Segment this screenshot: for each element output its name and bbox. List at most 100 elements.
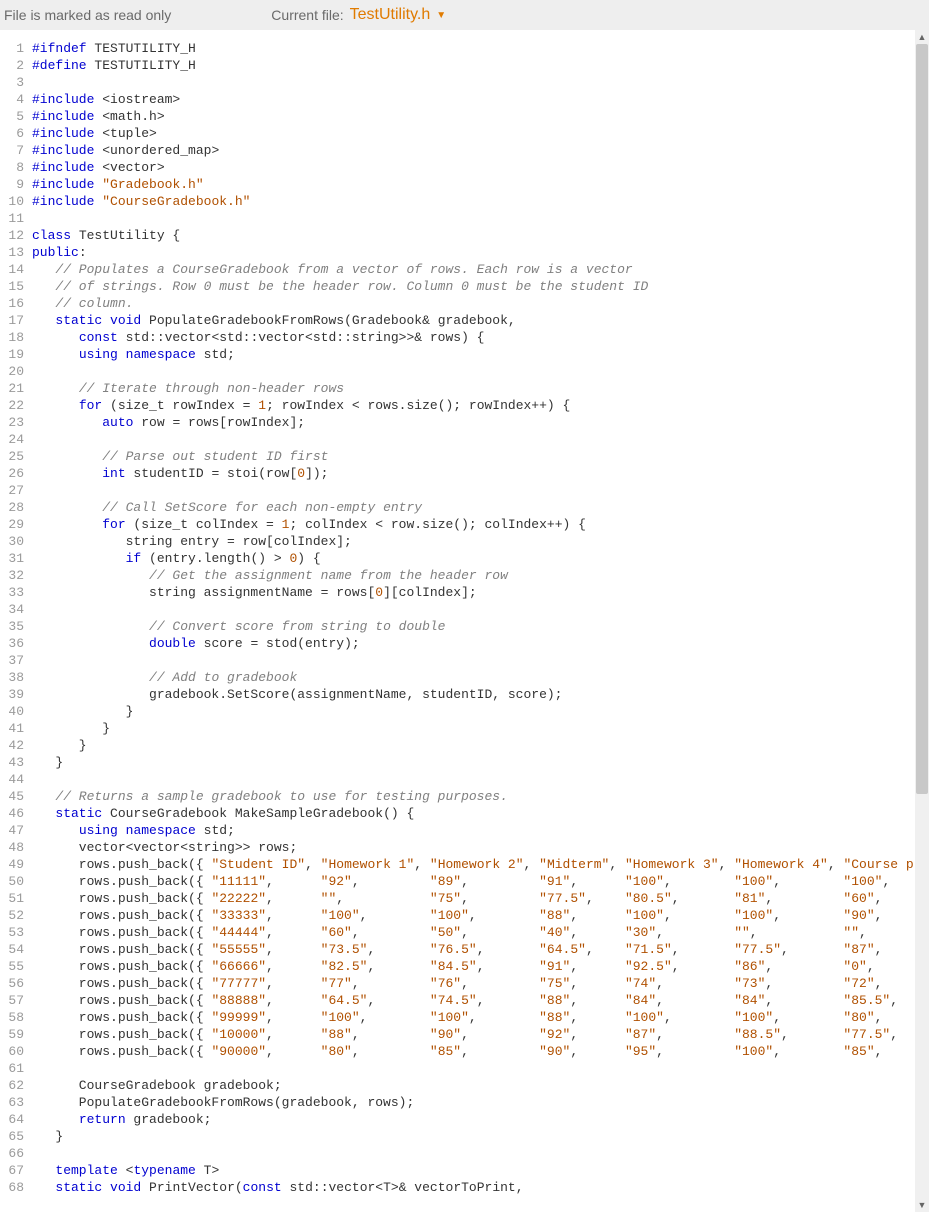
code-line[interactable]: rows.push_back({ "55555", "73.5", "76.5"… xyxy=(32,941,929,958)
code-line[interactable] xyxy=(32,1060,929,1077)
line-number: 37 xyxy=(0,652,24,669)
code-line[interactable]: } xyxy=(32,754,929,771)
line-number: 6 xyxy=(0,125,24,142)
code-line[interactable]: gradebook.SetScore(assignmentName, stude… xyxy=(32,686,929,703)
code-line[interactable]: PopulateGradebookFromRows(gradebook, row… xyxy=(32,1094,929,1111)
line-number: 48 xyxy=(0,839,24,856)
vertical-scrollbar[interactable]: ▲ ▼ xyxy=(915,30,929,1212)
code-line[interactable]: #include <vector> xyxy=(32,159,929,176)
line-number: 4 xyxy=(0,91,24,108)
code-line[interactable]: #define TESTUTILITY_H xyxy=(32,57,929,74)
code-line[interactable]: vector<vector<string>> rows; xyxy=(32,839,929,856)
code-line[interactable]: return gradebook; xyxy=(32,1111,929,1128)
line-number: 40 xyxy=(0,703,24,720)
scrollbar-track[interactable] xyxy=(915,44,929,1198)
code-line[interactable]: rows.push_back({ "44444", "60", "50", "4… xyxy=(32,924,929,941)
line-number: 7 xyxy=(0,142,24,159)
line-number: 49 xyxy=(0,856,24,873)
line-number: 12 xyxy=(0,227,24,244)
code-line[interactable]: rows.push_back({ "10000", "88", "90", "9… xyxy=(32,1026,929,1043)
code-line[interactable]: } xyxy=(32,737,929,754)
line-number: 45 xyxy=(0,788,24,805)
code-area[interactable]: #ifndef TESTUTILITY_H#define TESTUTILITY… xyxy=(28,30,929,1212)
line-number: 47 xyxy=(0,822,24,839)
code-line[interactable]: #include "Gradebook.h" xyxy=(32,176,929,193)
code-line[interactable]: rows.push_back({ "11111", "92", "89", "9… xyxy=(32,873,929,890)
code-line[interactable]: #ifndef TESTUTILITY_H xyxy=(32,40,929,57)
code-line[interactable]: #include <math.h> xyxy=(32,108,929,125)
code-line[interactable]: // Parse out student ID first xyxy=(32,448,929,465)
code-line[interactable]: } xyxy=(32,720,929,737)
scrollbar-thumb[interactable] xyxy=(916,44,928,794)
line-number: 65 xyxy=(0,1128,24,1145)
code-line[interactable]: for (size_t colIndex = 1; colIndex < row… xyxy=(32,516,929,533)
line-number: 42 xyxy=(0,737,24,754)
code-line[interactable]: // Add to gradebook xyxy=(32,669,929,686)
code-line[interactable]: // Get the assignment name from the head… xyxy=(32,567,929,584)
code-line[interactable] xyxy=(32,363,929,380)
line-number: 30 xyxy=(0,533,24,550)
code-line[interactable]: rows.push_back({ "77777", "77", "76", "7… xyxy=(32,975,929,992)
code-line[interactable]: // Call SetScore for each non-empty entr… xyxy=(32,499,929,516)
line-number: 34 xyxy=(0,601,24,618)
line-number: 52 xyxy=(0,907,24,924)
code-line[interactable]: const std::vector<std::vector<std::strin… xyxy=(32,329,929,346)
code-line[interactable]: // Returns a sample gradebook to use for… xyxy=(32,788,929,805)
code-line[interactable] xyxy=(32,601,929,618)
code-line[interactable]: static CourseGradebook MakeSampleGradebo… xyxy=(32,805,929,822)
code-line[interactable]: double score = stod(entry); xyxy=(32,635,929,652)
line-number: 21 xyxy=(0,380,24,397)
code-line[interactable]: auto row = rows[rowIndex]; xyxy=(32,414,929,431)
code-line[interactable]: // Populates a CourseGradebook from a ve… xyxy=(32,261,929,278)
code-line[interactable]: if (entry.length() > 0) { xyxy=(32,550,929,567)
code-line[interactable] xyxy=(32,210,929,227)
code-line[interactable]: int studentID = stoi(row[0]); xyxy=(32,465,929,482)
code-line[interactable]: // of strings. Row 0 must be the header … xyxy=(32,278,929,295)
code-line[interactable] xyxy=(32,482,929,499)
code-line[interactable]: rows.push_back({ "88888", "64.5", "74.5"… xyxy=(32,992,929,1009)
code-line[interactable]: rows.push_back({ "Student ID", "Homework… xyxy=(32,856,929,873)
code-line[interactable] xyxy=(32,74,929,91)
code-line[interactable] xyxy=(32,1145,929,1162)
code-line[interactable]: string assignmentName = rows[0][colIndex… xyxy=(32,584,929,601)
code-line[interactable]: #include "CourseGradebook.h" xyxy=(32,193,929,210)
code-line[interactable]: rows.push_back({ "66666", "82.5", "84.5"… xyxy=(32,958,929,975)
code-line[interactable]: } xyxy=(32,703,929,720)
scroll-up-arrow-icon[interactable]: ▲ xyxy=(915,30,929,44)
line-number: 16 xyxy=(0,295,24,312)
line-number: 51 xyxy=(0,890,24,907)
code-line[interactable] xyxy=(32,771,929,788)
line-number: 64 xyxy=(0,1111,24,1128)
code-line[interactable]: static void PopulateGradebookFromRows(Gr… xyxy=(32,312,929,329)
code-line[interactable]: CourseGradebook gradebook; xyxy=(32,1077,929,1094)
code-line[interactable]: rows.push_back({ "99999", "100", "100", … xyxy=(32,1009,929,1026)
code-line[interactable]: using namespace std; xyxy=(32,822,929,839)
code-line[interactable]: class TestUtility { xyxy=(32,227,929,244)
code-line[interactable] xyxy=(32,431,929,448)
code-line[interactable] xyxy=(32,652,929,669)
code-line[interactable]: // Convert score from string to double xyxy=(32,618,929,635)
code-line[interactable]: public: xyxy=(32,244,929,261)
code-line[interactable]: static void PrintVector(const std::vecto… xyxy=(32,1179,929,1196)
scroll-down-arrow-icon[interactable]: ▼ xyxy=(915,1198,929,1212)
code-line[interactable]: } xyxy=(32,1128,929,1145)
code-line[interactable]: rows.push_back({ "22222", "", "75", "77.… xyxy=(32,890,929,907)
chevron-down-icon[interactable]: ▼ xyxy=(436,10,446,21)
line-number: 28 xyxy=(0,499,24,516)
code-editor[interactable]: 1234567891011121314151617181920212223242… xyxy=(0,30,929,1212)
code-line[interactable]: rows.push_back({ "90000", "80", "85", "9… xyxy=(32,1043,929,1060)
line-number: 44 xyxy=(0,771,24,788)
code-line[interactable]: string entry = row[colIndex]; xyxy=(32,533,929,550)
code-line[interactable]: using namespace std; xyxy=(32,346,929,363)
code-line[interactable]: template <typename T> xyxy=(32,1162,929,1179)
line-number: 57 xyxy=(0,992,24,1009)
code-line[interactable]: // column. xyxy=(32,295,929,312)
code-line[interactable]: #include <unordered_map> xyxy=(32,142,929,159)
code-line[interactable]: // Iterate through non-header rows xyxy=(32,380,929,397)
code-line[interactable]: rows.push_back({ "33333", "100", "100", … xyxy=(32,907,929,924)
code-line[interactable]: #include <iostream> xyxy=(32,91,929,108)
code-line[interactable]: #include <tuple> xyxy=(32,125,929,142)
current-file-name[interactable]: TestUtility.h xyxy=(350,6,431,24)
line-number: 39 xyxy=(0,686,24,703)
code-line[interactable]: for (size_t rowIndex = 1; rowIndex < row… xyxy=(32,397,929,414)
